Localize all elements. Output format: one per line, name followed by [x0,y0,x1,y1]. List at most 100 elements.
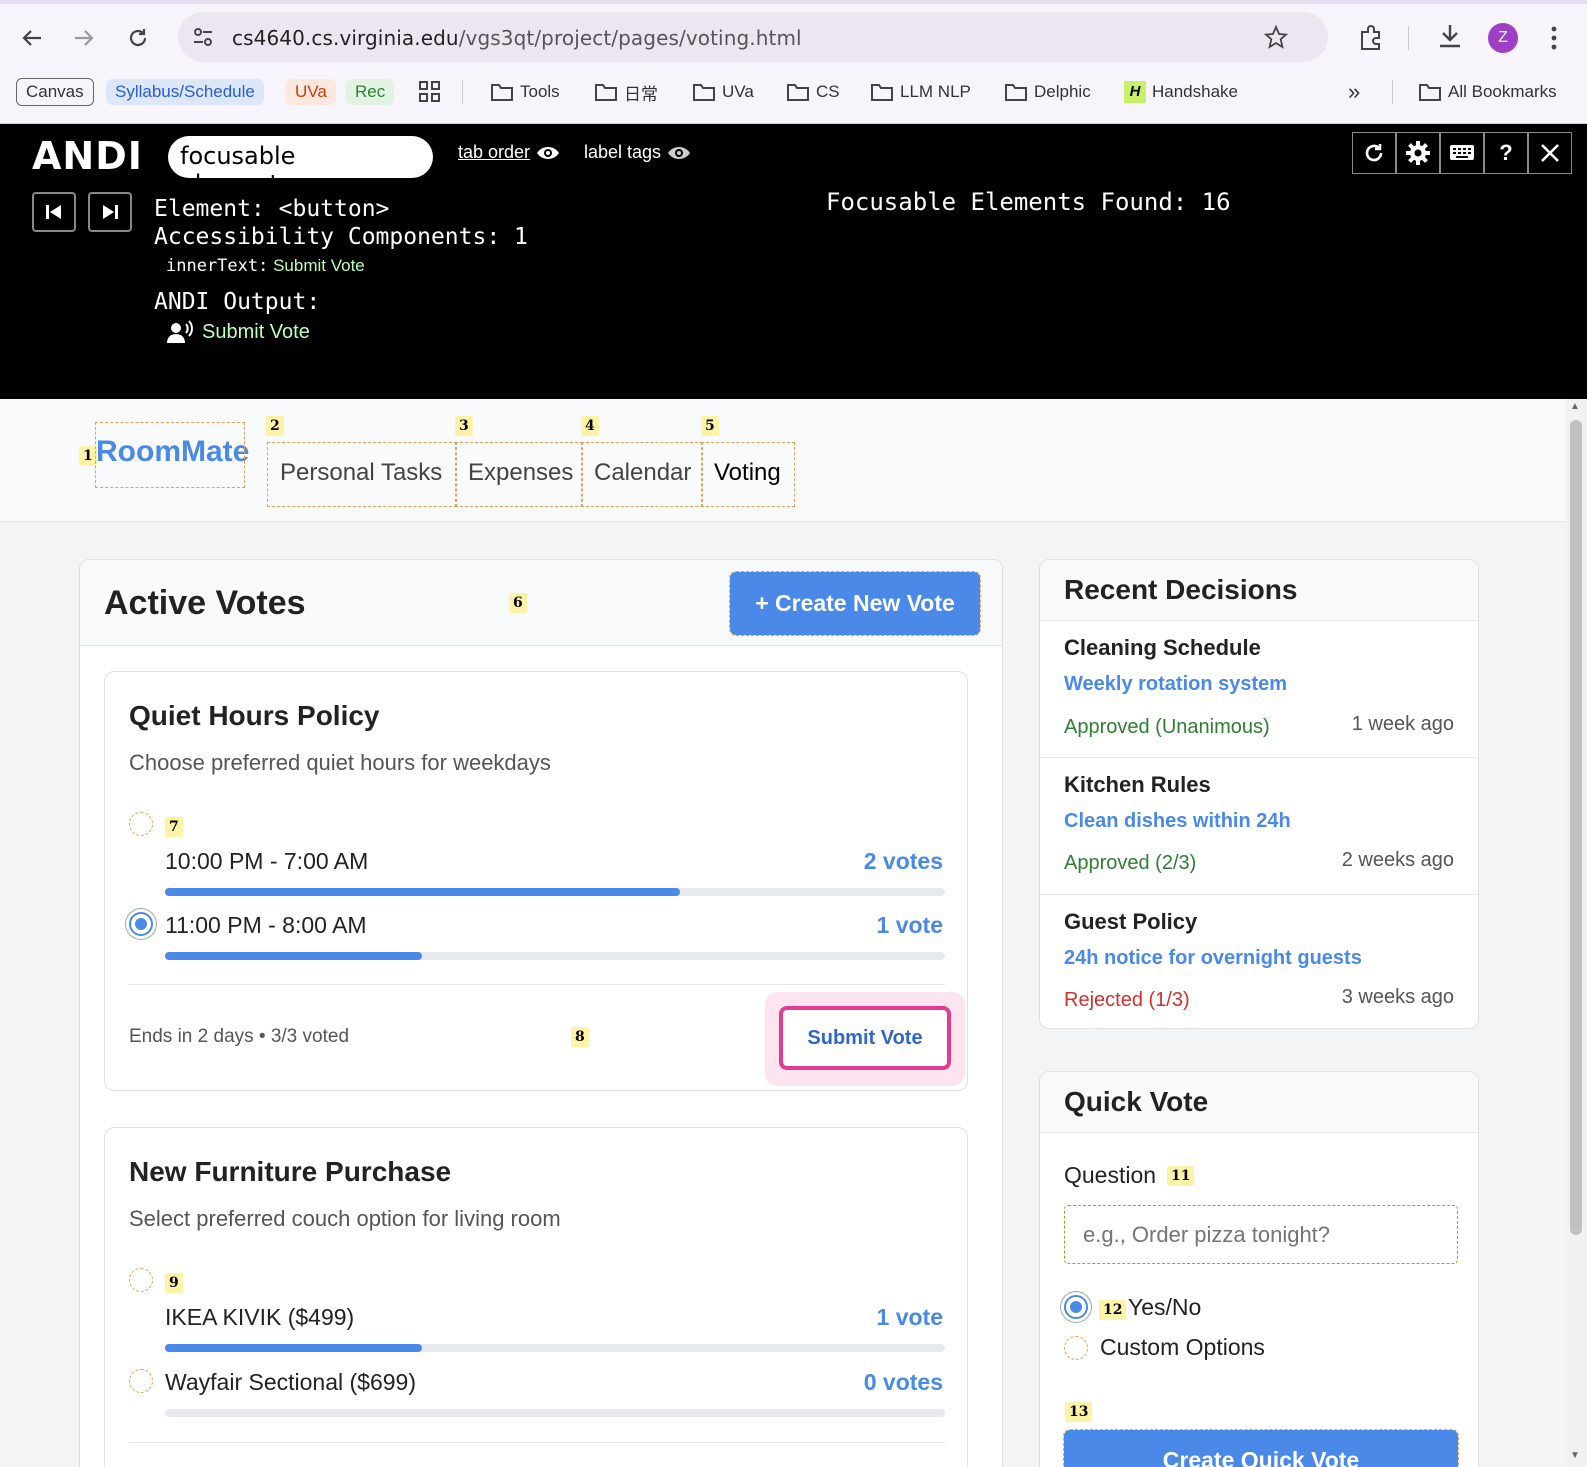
andi-tab-badge: 2 [266,416,284,436]
profile-avatar[interactable]: Z [1488,23,1518,53]
bookmark-label: UVa [722,82,754,101]
andi-close-button[interactable] [1528,132,1572,174]
custom-options-label: Custom Options [1100,1334,1265,1360]
bookmark-folder-cs[interactable]: CS [786,78,840,106]
label-tags-toggle[interactable]: label tags [584,142,691,163]
andi-tab-badge: 6 [509,593,527,613]
andi-settings-button[interactable] [1396,132,1440,174]
bookmark-label: UVa [286,79,336,105]
andi-logo: ANDI [32,134,143,178]
andi-refresh-button[interactable] [1352,132,1396,174]
bookmark-uva[interactable]: UVa [286,78,336,106]
andi-mode-label: focusable elements [180,142,296,198]
decision-status: Approved (2/3) [1064,852,1197,874]
question-label: Question [1064,1162,1157,1188]
handshake-logo-icon: H [1124,81,1146,103]
andi-help-button[interactable]: ? [1484,132,1528,174]
bookmark-folder-llm[interactable]: LLM NLP [870,78,971,106]
bookmark-folder-delphic[interactable]: Delphic [1004,78,1091,106]
yes-no-radio[interactable] [1064,1295,1088,1319]
vote-progress-bar [165,1409,945,1417]
bookmark-star-icon[interactable] [1264,25,1288,49]
eye-icon [537,146,560,159]
folder-icon [871,84,893,101]
nav-voting[interactable]: Voting [701,442,795,507]
forward-arrow-icon [75,30,94,46]
question-input[interactable] [1064,1205,1458,1264]
address-bar[interactable]: cs4640.cs.virginia.edu/vgs3qt/project/pa… [178,12,1328,62]
all-bookmarks-button[interactable]: All Bookmarks [1418,78,1557,106]
bookmark-folder-tools[interactable]: Tools [490,78,560,106]
submit-vote-button[interactable]: Submit Vote [779,1006,951,1070]
recent-decisions-title: Recent Decisions [1064,574,1298,605]
folder-icon [595,84,617,101]
extensions-icon[interactable] [1356,24,1384,52]
andi-keyboard-button[interactable] [1440,132,1484,174]
folder-icon [787,84,809,101]
andi-next-button[interactable] [88,192,132,232]
bookmark-label: Delphic [1034,82,1091,101]
custom-options-radio[interactable] [1064,1336,1088,1360]
tab-order-toggle[interactable]: tab order [458,142,560,163]
site-settings-icon[interactable] [192,26,214,48]
vote-option-count: 1 vote [876,1304,943,1330]
gear-icon [1406,141,1430,165]
eye-icon [668,146,691,159]
nav-calendar[interactable]: Calendar [581,442,703,507]
vote-option-radio[interactable] [129,1369,153,1393]
scroll-up-arrow-icon[interactable]: ▲ [1570,401,1580,412]
vote-option-radio-selected[interactable] [129,912,153,936]
andi-toolbar: ? [1352,132,1572,174]
bookmark-handshake[interactable]: H Handshake [1124,78,1238,106]
vote-progress-bar [165,952,945,960]
vote-option-label: 11:00 PM - 8:00 AM [165,912,367,938]
vote-progress-fill [165,1344,423,1352]
bookmark-label: All Bookmarks [1448,82,1557,101]
refresh-icon [1365,144,1383,162]
forward-button[interactable] [64,18,104,58]
andi-inner-value: Submit Vote [273,256,365,275]
scrollbar-thumb[interactable] [1570,420,1582,1235]
bookmark-rec[interactable]: Rec [346,78,395,106]
nav-expenses[interactable]: Expenses [455,442,583,507]
yes-no-label: Yes/No [1128,1294,1202,1320]
url-path: /vgs3qt/project/pages/voting.html [458,26,802,50]
page-viewport: 1 RoomMate 2 Personal Tasks 3 Expenses 4… [0,399,1566,1467]
andi-output-label: ANDI Output: [154,289,321,315]
back-button[interactable] [12,18,52,58]
andi-tab-badge: 4 [581,416,599,436]
back-arrow-icon [22,30,41,46]
browser-menu-icon[interactable] [1548,24,1560,52]
vote-description: Choose preferred quiet hours for weekday… [129,750,551,775]
andi-element-type: Element: <button> [154,196,390,222]
nav-personal-tasks[interactable]: Personal Tasks [267,442,457,507]
andi-tab-badge: 5 [701,416,719,436]
decision-status: Rejected (1/3) [1064,989,1190,1011]
apps-grid-icon[interactable] [418,80,442,104]
andi-elements-found: Focusable Elements Found: 16 [826,188,1231,216]
bookmark-folder-daily[interactable]: 日常 [594,78,658,106]
skip-next-icon [103,205,118,219]
scroll-down-arrow-icon[interactable]: ▼ [1570,1450,1580,1461]
bookmark-label: Tools [520,82,560,101]
vote-option-label: Wayfair Sectional ($699) [165,1369,416,1395]
bookmark-folder-uva[interactable]: UVa [692,78,754,106]
create-new-vote-button[interactable]: + Create New Vote [729,571,981,636]
reload-button[interactable] [118,18,158,58]
andi-inner-text: innerText: Submit Vote [166,256,365,276]
bookmark-syllabus[interactable]: Syllabus/Schedule [106,78,264,106]
bookmarks-overflow-button[interactable]: » [1348,78,1360,106]
download-icon[interactable] [1436,22,1464,50]
create-quick-vote-button[interactable]: Create Quick Vote [1063,1429,1459,1467]
andi-inner-key: innerText: [166,256,269,276]
vote-option-radio[interactable] [129,812,153,836]
andi-previous-button[interactable] [32,192,76,232]
bookmark-canvas[interactable]: Canvas [16,78,94,106]
speaker-person-icon [167,320,193,343]
site-navbar: 1 RoomMate 2 Personal Tasks 3 Expenses 4… [0,399,1566,522]
label-tags-label: label tags [584,142,662,162]
divider [129,984,945,985]
vote-option-radio[interactable] [129,1268,153,1292]
andi-mode-select[interactable]: focusable elements ▼ [168,136,433,198]
brand-link[interactable]: RoomMate [95,422,249,488]
